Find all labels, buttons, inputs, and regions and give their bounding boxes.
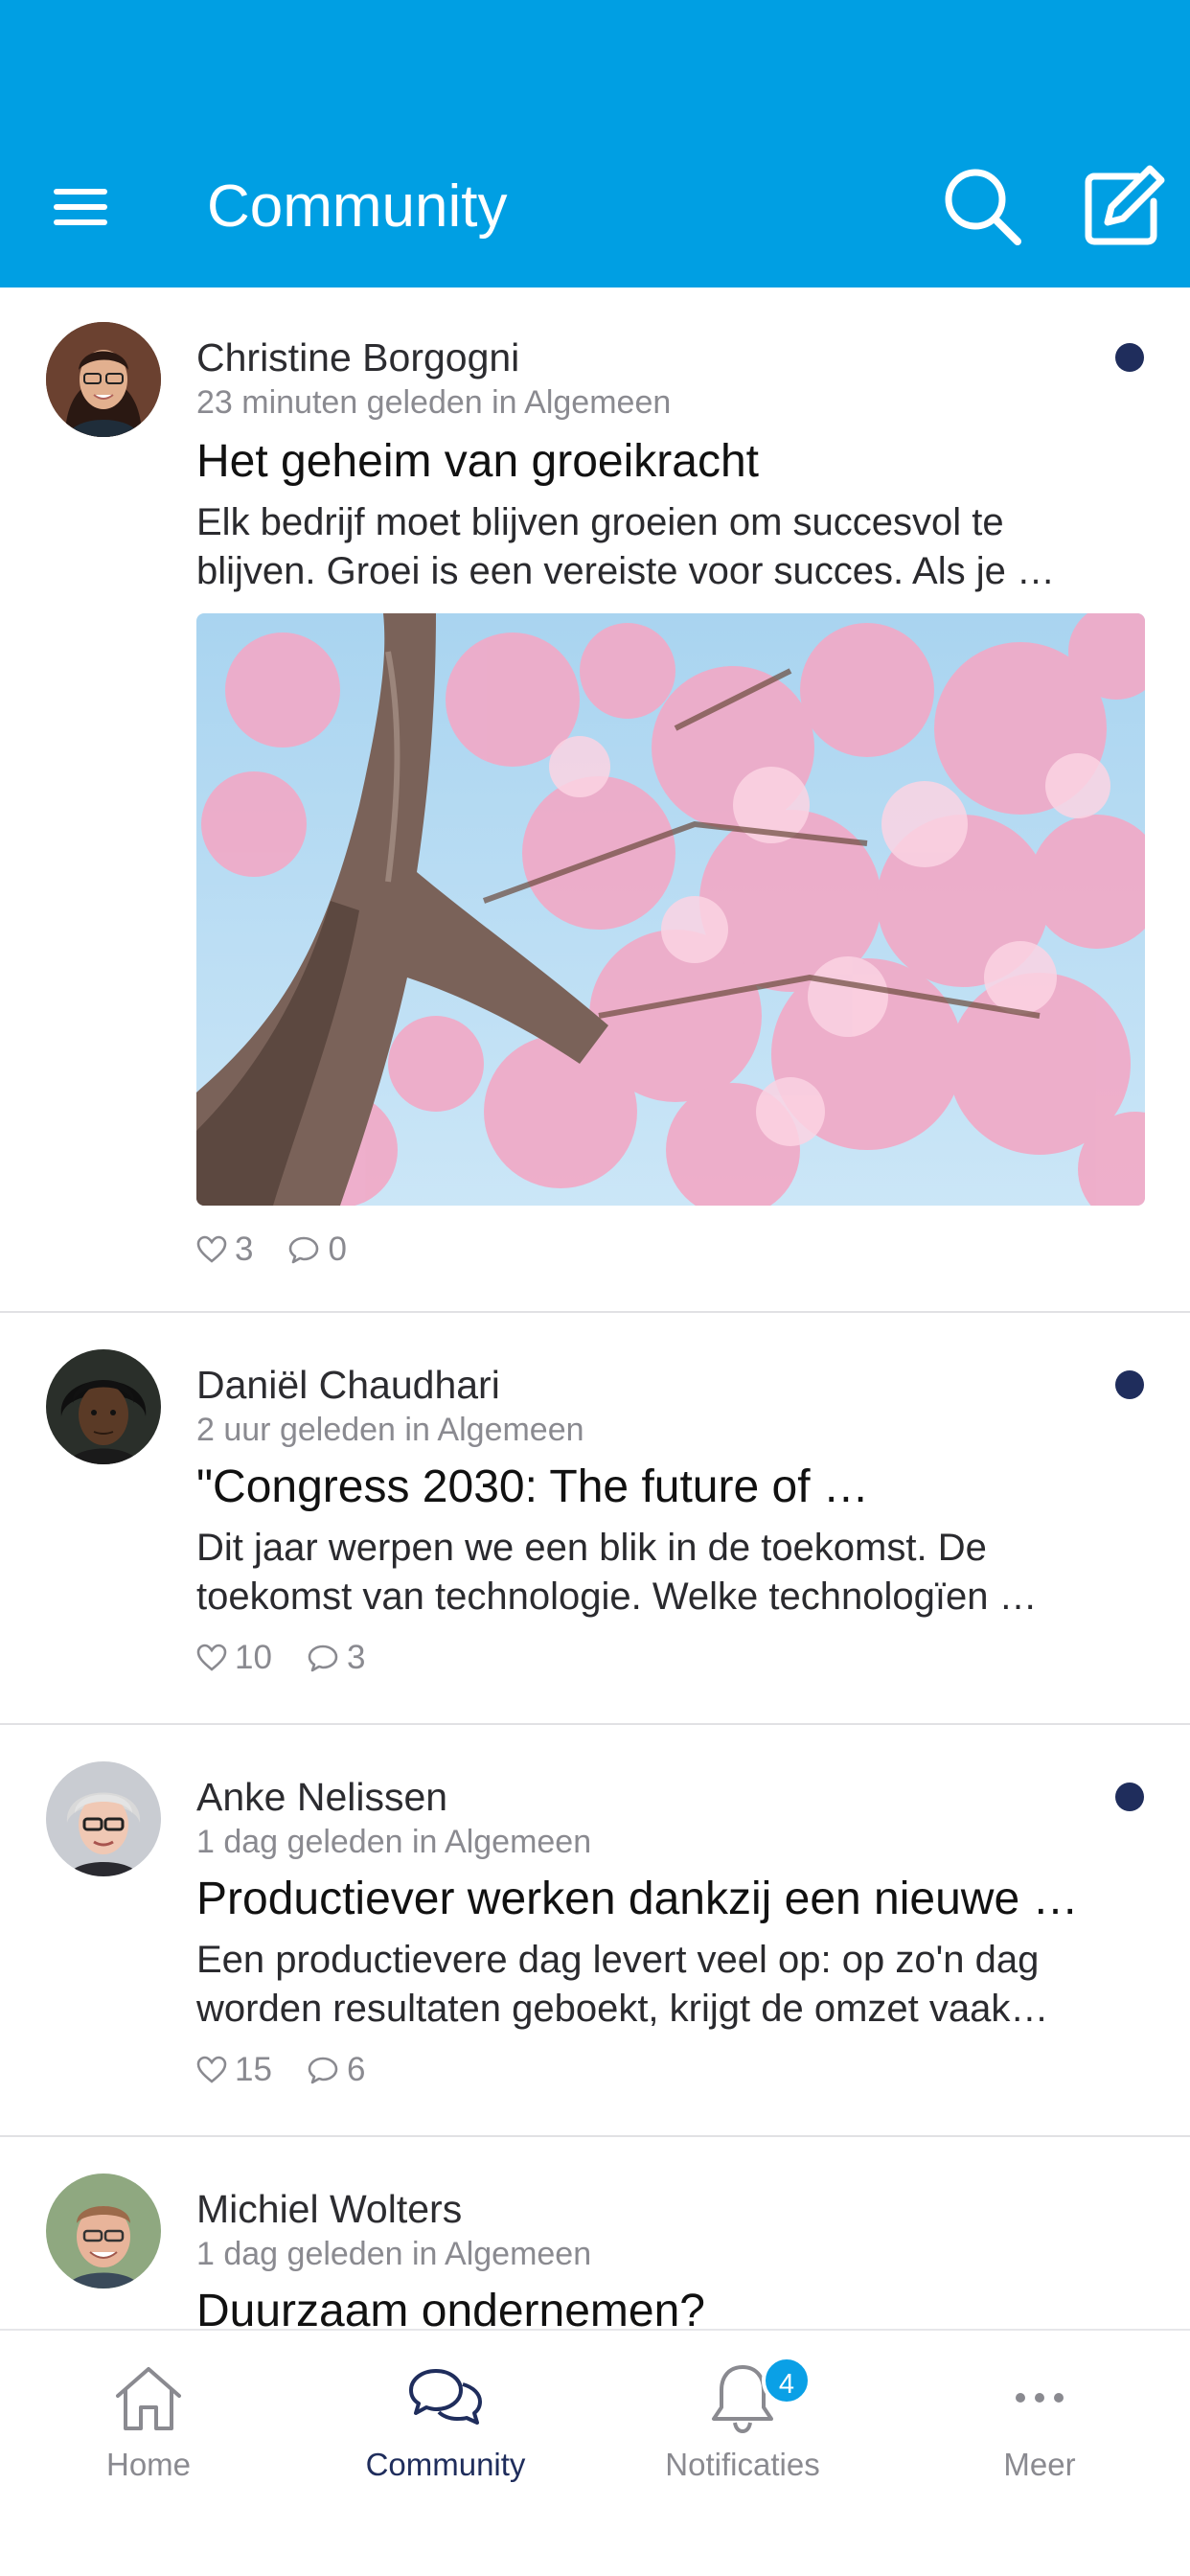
unread-indicator bbox=[1115, 343, 1144, 372]
post-meta: 2 uur geleden in Algemeen bbox=[196, 1412, 584, 1448]
tab-label: Notificaties bbox=[665, 2447, 820, 2482]
menu-button[interactable] bbox=[54, 189, 109, 225]
tab-more[interactable]: Meer bbox=[925, 2359, 1155, 2494]
comment-button[interactable]: 0 bbox=[287, 1230, 347, 1269]
excerpt-line: Dit jaar werpen we een blik in de toekom… bbox=[196, 1527, 987, 1569]
post-author[interactable]: Christine Borgogni bbox=[196, 334, 519, 381]
like-count: 10 bbox=[235, 1639, 272, 1676]
comment-count: 6 bbox=[346, 2051, 366, 2088]
menu-icon-bar bbox=[54, 204, 107, 210]
excerpt-line: Een productievere dag levert veel op: op… bbox=[196, 1939, 1040, 1981]
like-button[interactable]: 15 bbox=[196, 2051, 272, 2089]
post-author[interactable]: Michiel Wolters bbox=[196, 2185, 462, 2233]
community-feed[interactable]: Christine Borgogni 23 minuten geleden in… bbox=[0, 288, 1190, 2329]
menu-icon-bar bbox=[54, 189, 107, 195]
like-count: 15 bbox=[235, 2051, 272, 2088]
compose-button[interactable] bbox=[1081, 163, 1167, 249]
avatar[interactable] bbox=[46, 322, 161, 437]
compose-icon bbox=[1085, 165, 1165, 245]
excerpt-line: toekomst van technologie. Welke technolo… bbox=[196, 1576, 1038, 1618]
tab-label: Meer bbox=[1003, 2447, 1076, 2482]
post-excerpt[interactable]: Een productievere dag levert veel op: op… bbox=[196, 1936, 1145, 2034]
post-card[interactable]: Daniël Chaudhari 2 uur geleden in Algeme… bbox=[0, 1313, 1190, 1725]
post-title[interactable]: "Congress 2030: The future of … bbox=[196, 1459, 1145, 1516]
tab-label: Community bbox=[365, 2447, 526, 2482]
post-meta: 23 minuten geleden in Algemeen bbox=[196, 384, 672, 421]
comment-button[interactable]: 6 bbox=[307, 2051, 365, 2089]
notification-badge: 4 bbox=[762, 2356, 812, 2405]
search-button[interactable] bbox=[939, 163, 1025, 249]
post-meta: 1 dag geleden in Algemeen bbox=[196, 2236, 592, 2272]
post-title[interactable]: Duurzaam ondernemen? bbox=[196, 2283, 1145, 2329]
comment-count: 0 bbox=[328, 1230, 347, 1268]
chat-bubbles-icon bbox=[409, 2369, 482, 2425]
post-meta: 1 dag geleden in Algemeen bbox=[196, 1824, 592, 1860]
like-button[interactable]: 10 bbox=[196, 1639, 272, 1677]
post-author[interactable]: Daniël Chaudhari bbox=[196, 1361, 500, 1409]
avatar[interactable] bbox=[46, 1349, 161, 1464]
comment-icon bbox=[289, 1236, 319, 1264]
more-dots-icon bbox=[1016, 2393, 1064, 2403]
unread-indicator bbox=[1115, 1370, 1144, 1399]
heart-icon bbox=[196, 1235, 227, 1263]
post-card[interactable]: Michiel Wolters 1 dag geleden in Algemee… bbox=[0, 2137, 1190, 2329]
avatar[interactable] bbox=[46, 2174, 161, 2288]
post-excerpt[interactable]: Dit jaar werpen we een blik in de toekom… bbox=[196, 1524, 1145, 1622]
excerpt-line: blijven. Groei is een vereiste voor succ… bbox=[196, 550, 1055, 592]
tab-label: Home bbox=[105, 2447, 192, 2482]
unread-indicator bbox=[1115, 1782, 1144, 1811]
comment-count: 3 bbox=[346, 1639, 366, 1676]
app-header: Community bbox=[0, 0, 1190, 288]
tab-home[interactable]: Home bbox=[34, 2359, 263, 2494]
page-title: Community bbox=[207, 173, 508, 240]
post-title[interactable]: Productiever werken dankzij een nieuwe … bbox=[196, 1871, 1145, 1928]
heart-icon bbox=[196, 2056, 227, 2083]
excerpt-line: Elk bedrijf moet blijven groeien om succ… bbox=[196, 501, 1004, 543]
post-card[interactable]: Christine Borgogni 23 minuten geleden in… bbox=[0, 288, 1190, 1313]
heart-icon bbox=[196, 1644, 227, 1671]
post-stats: 10 3 bbox=[196, 1637, 400, 1679]
search-icon bbox=[945, 169, 1021, 245]
tab-community[interactable]: Community bbox=[331, 2359, 561, 2494]
comment-button[interactable]: 3 bbox=[307, 1639, 365, 1677]
like-count: 3 bbox=[235, 1230, 254, 1268]
post-stats: 3 0 bbox=[196, 1229, 381, 1271]
post-card[interactable]: Anke Nelissen 1 dag geleden in Algemeen … bbox=[0, 1725, 1190, 2137]
post-stats: 15 6 bbox=[196, 2049, 400, 2091]
post-excerpt[interactable]: Elk bedrijf moet blijven groeien om succ… bbox=[196, 498, 1145, 596]
tab-bar: Home Community 4 Notificaties Meer bbox=[0, 2329, 1190, 2576]
avatar[interactable] bbox=[46, 1761, 161, 1876]
post-author[interactable]: Anke Nelissen bbox=[196, 1773, 447, 1821]
comment-icon bbox=[308, 1644, 338, 1672]
tab-notifications[interactable]: 4 Notificaties bbox=[628, 2356, 858, 2494]
post-image[interactable] bbox=[196, 613, 1145, 1206]
home-icon bbox=[116, 2367, 181, 2430]
like-button[interactable]: 3 bbox=[196, 1230, 253, 1269]
comment-icon bbox=[308, 2057, 338, 2084]
excerpt-line: worden resultaten geboekt, krijgt de omz… bbox=[196, 1988, 1049, 2030]
menu-icon-bar bbox=[54, 219, 107, 225]
post-title[interactable]: Het geheim van groeikracht bbox=[196, 433, 1145, 491]
